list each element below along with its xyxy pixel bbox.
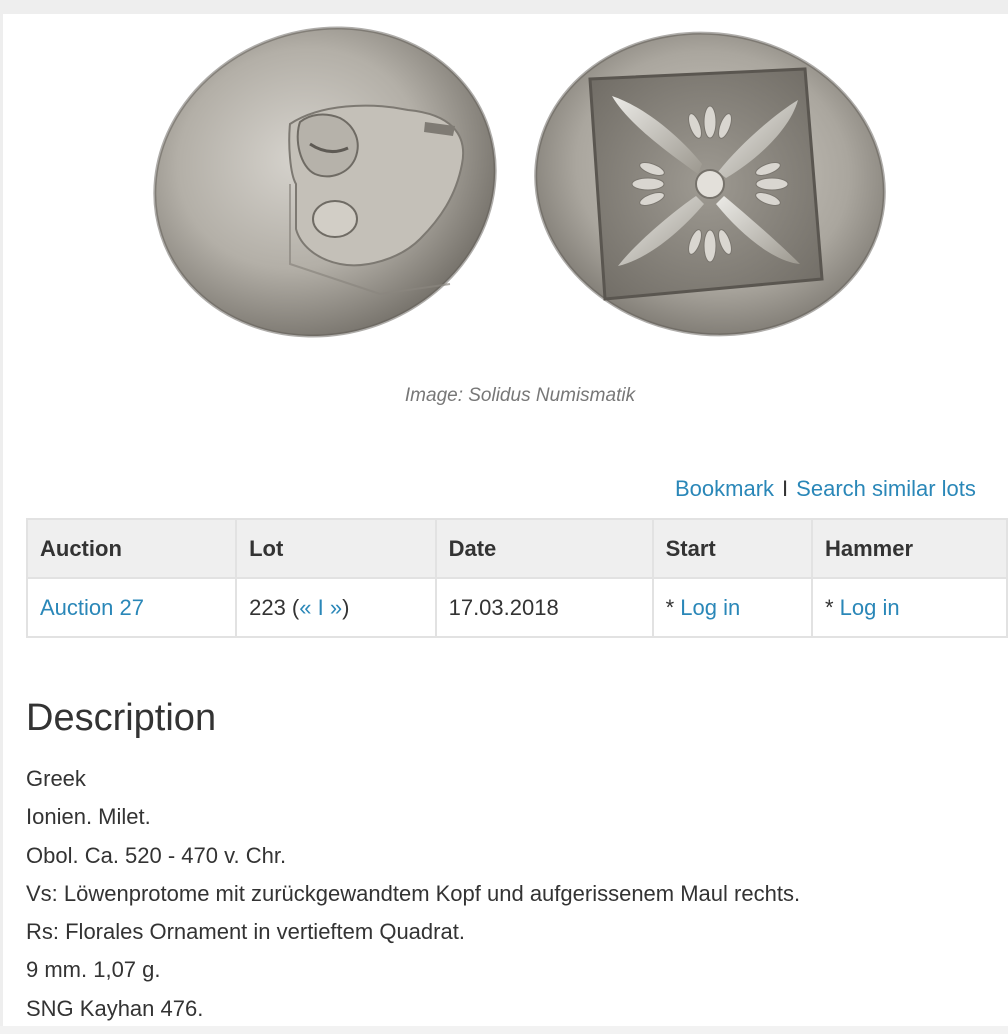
- start-login-link[interactable]: Log in: [680, 595, 740, 620]
- obverse-coin: [153, 26, 497, 338]
- description-line: Rs: Florales Ornament in vertieftem Quad…: [26, 919, 465, 945]
- cell-auction: Auction 27: [25, 577, 238, 638]
- previous-lot-link[interactable]: «: [299, 595, 311, 620]
- bookmark-link[interactable]: Bookmark: [675, 476, 774, 501]
- next-lot-link[interactable]: »: [330, 595, 342, 620]
- cell-start: * Log in: [651, 577, 813, 638]
- description-line: 9 mm. 1,07 g.: [26, 957, 161, 983]
- lot-number: 223 (: [249, 594, 300, 620]
- description-line: Ionien. Milet.: [26, 804, 151, 830]
- header-lot: Lot: [235, 518, 437, 579]
- action-separator: I: [782, 476, 789, 501]
- description-line: Obol. Ca. 520 - 470 v. Chr.: [26, 842, 287, 868]
- header-auction: Auction: [25, 518, 238, 579]
- lot-close-paren: ): [342, 594, 350, 620]
- cell-date: 17.03.2018: [434, 577, 654, 638]
- top-bar: [0, 0, 1008, 14]
- header-start: Start: [651, 518, 813, 579]
- header-date: Date: [434, 518, 654, 579]
- description-text: Greek Ionien. Milet. Obol. Ca. 520 - 470…: [26, 764, 800, 1032]
- lot-table: Auction Lot Date Start Hammer Auction 27…: [25, 518, 1008, 638]
- cell-lot: 223 (« I »): [235, 577, 437, 638]
- image-caption: Image: Solidus Numismatik: [404, 385, 636, 406]
- lot-nav-separator: I: [311, 594, 330, 620]
- table-header-row: Auction Lot Date Start Hammer: [25, 518, 1008, 579]
- auction-link[interactable]: Auction 27: [40, 595, 144, 620]
- reverse-coin: [534, 31, 886, 337]
- table-row: Auction 27 223 (« I ») 17.03.2018 * Log …: [25, 577, 1008, 638]
- coin-image[interactable]: [150, 14, 895, 344]
- bottom-edge: [0, 1026, 1008, 1034]
- hammer-login-link[interactable]: Log in: [840, 595, 900, 620]
- description-title: Description: [26, 697, 217, 739]
- header-hammer: Hammer: [810, 518, 1008, 579]
- lot-actions: Bookmark I Search similar lots: [675, 476, 976, 502]
- description-line: Vs: Löwenprotome mit zurückgewandtem Kop…: [26, 880, 801, 906]
- description-line: Greek: [26, 766, 86, 791]
- hammer-prefix: *: [824, 594, 840, 620]
- start-prefix: *: [665, 594, 681, 620]
- cell-hammer: * Log in: [810, 577, 1008, 638]
- left-border: [0, 14, 3, 1034]
- search-similar-lots-link[interactable]: Search similar lots: [796, 476, 976, 501]
